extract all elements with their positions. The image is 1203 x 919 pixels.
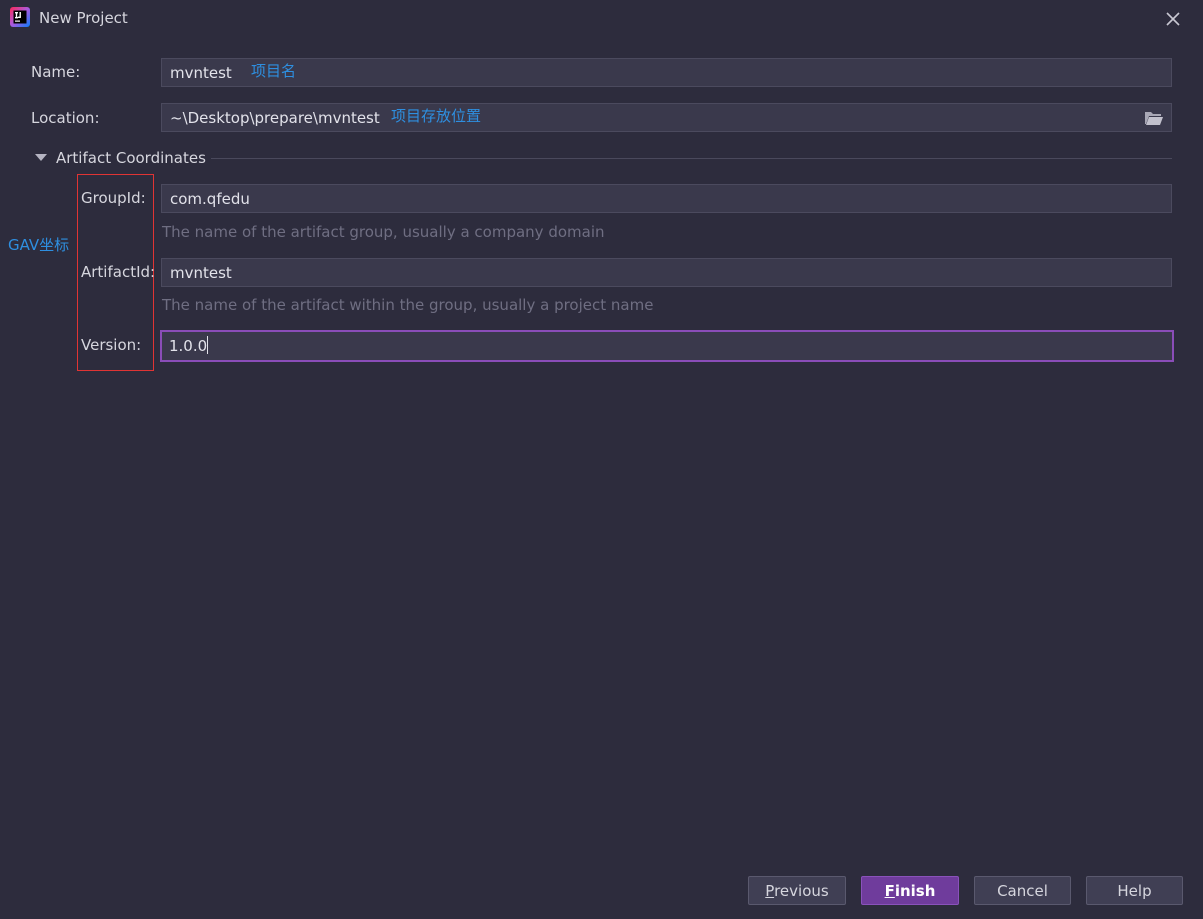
name-label: Name: <box>31 63 81 81</box>
text-caret <box>207 336 209 354</box>
location-value: ~\Desktop\prepare\mvntest <box>170 109 380 127</box>
close-icon[interactable] <box>1161 7 1185 31</box>
group-id-label: GroupId: <box>81 189 146 207</box>
folder-open-icon[interactable] <box>1144 110 1164 126</box>
new-project-dialog: New Project Name: mvntest 项目名 Location: … <box>0 0 1203 919</box>
section-divider <box>211 158 1172 159</box>
dialog-title: New Project <box>39 9 128 27</box>
version-input[interactable]: 1.0.0 <box>160 330 1174 362</box>
artifact-id-label: ArtifactId: <box>81 263 156 281</box>
artifact-id-hint: The name of the artifact within the grou… <box>162 296 654 314</box>
title-bar: New Project <box>0 0 1203 38</box>
gav-annotation: GAV坐标 <box>8 236 70 254</box>
help-button[interactable]: Help <box>1086 876 1183 905</box>
group-id-hint: The name of the artifact group, usually … <box>162 223 605 241</box>
location-annotation: 项目存放位置 <box>391 107 482 125</box>
group-id-value: com.qfedu <box>170 190 250 208</box>
artifact-id-value: mvntest <box>170 264 232 282</box>
location-label: Location: <box>31 109 100 127</box>
intellij-idea-icon <box>10 7 30 27</box>
previous-button[interactable]: Previous <box>748 876 846 905</box>
expand-triangle-icon[interactable] <box>35 154 47 161</box>
finish-button[interactable]: Finish <box>861 876 959 905</box>
artifact-coordinates-title: Artifact Coordinates <box>56 149 206 167</box>
group-id-input[interactable]: com.qfedu <box>161 184 1172 213</box>
name-annotation: 项目名 <box>251 62 297 80</box>
version-label: Version: <box>81 336 142 354</box>
name-input[interactable]: mvntest <box>161 58 1172 87</box>
artifact-id-input[interactable]: mvntest <box>161 258 1172 287</box>
location-input[interactable]: ~\Desktop\prepare\mvntest <box>161 103 1172 132</box>
cancel-button[interactable]: Cancel <box>974 876 1071 905</box>
version-value: 1.0.0 <box>169 337 208 355</box>
name-value: mvntest <box>170 64 232 82</box>
